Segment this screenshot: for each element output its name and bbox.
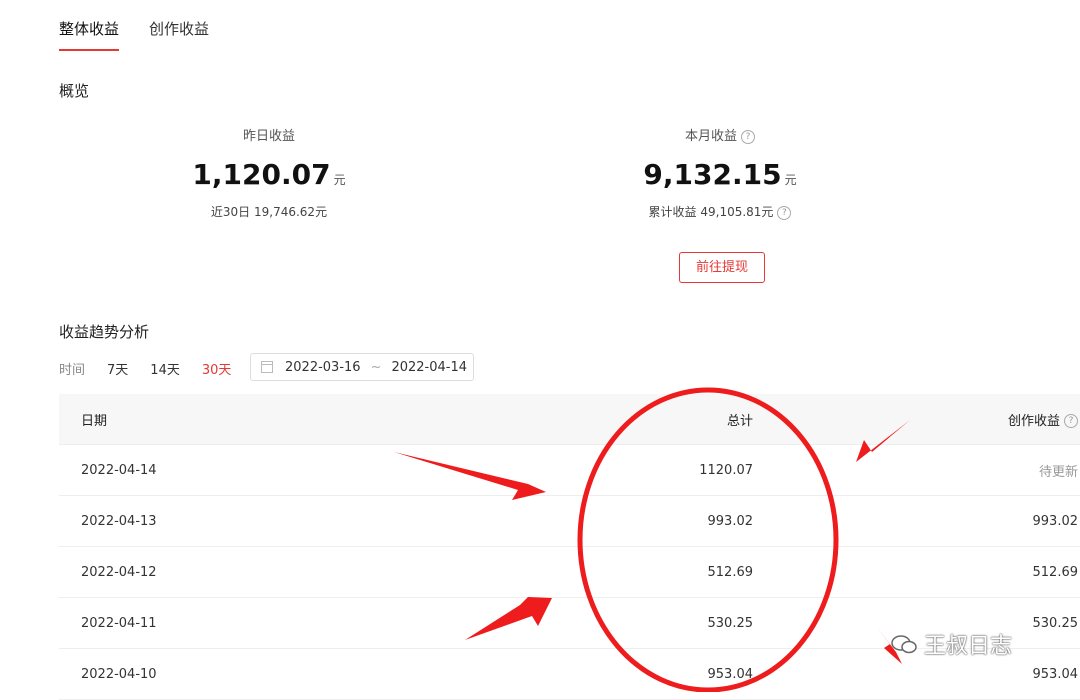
table-row: 2022-04-12 512.69 512.69 <box>59 547 1080 598</box>
range-14-days[interactable]: 14天 <box>150 359 180 378</box>
row-date: 2022-04-12 <box>81 564 157 580</box>
trend-title: 收益趋势分析 <box>59 323 150 341</box>
row-creation: 待更新 <box>1038 464 1078 480</box>
calendar-icon <box>261 361 273 373</box>
tab-creation-revenue[interactable]: 创作收益 <box>149 18 209 51</box>
month-revenue-card: 本月收益? 9,132.15 元 累计收益 49,105.81元? <box>590 125 850 220</box>
yesterday-revenue-label: 昨日收益 <box>242 129 295 144</box>
row-total: 512.69 <box>707 564 754 580</box>
question-circle-icon[interactable]: ? <box>1064 414 1078 428</box>
month-revenue-label: 本月收益? <box>590 125 850 144</box>
table-header: 日期 总计 创作收益? <box>59 394 1080 445</box>
last-30-days-revenue: 近30日 19,746.62元 <box>210 205 328 219</box>
yesterday-revenue-value: 1,120.07 元 <box>192 158 346 191</box>
row-total: 530.25 <box>707 615 754 631</box>
watermark-text: 王叔日志 <box>924 634 1013 659</box>
header-date: 日期 <box>81 413 108 429</box>
range-30-days[interactable]: 30天 <box>202 359 232 378</box>
date-range-picker[interactable]: 2022-03-16 ~ 2022-04-14 <box>250 353 474 381</box>
header-total: 总计 <box>726 413 753 429</box>
header-creation: 创作收益? <box>753 410 1078 429</box>
revenue-tabs: 整体收益 创作收益 <box>59 18 209 51</box>
time-range-selector: 时间 7天 14天 30天 <box>59 354 253 382</box>
row-creation: 953.04 <box>1032 666 1079 682</box>
range-7-days[interactable]: 7天 <box>107 359 128 378</box>
row-date: 2022-04-10 <box>81 666 157 682</box>
yesterday-revenue-card: 昨日收益 1,120.07 元 近30日 19,746.62元 <box>139 125 399 220</box>
row-date: 2022-04-11 <box>81 615 157 631</box>
date-separator: ~ <box>370 359 382 375</box>
row-total: 1120.07 <box>699 462 753 478</box>
row-date: 2022-04-13 <box>81 513 157 529</box>
month-revenue-value: 9,132.15 元 <box>643 158 797 191</box>
row-total: 953.04 <box>707 666 754 682</box>
row-creation: 512.69 <box>1032 564 1079 580</box>
date-end: 2022-04-14 <box>391 359 468 375</box>
row-creation: 993.02 <box>1032 513 1079 529</box>
overview-title: 概览 <box>59 82 90 100</box>
date-start: 2022-03-16 <box>285 359 361 375</box>
cumulative-revenue: 累计收益 49,105.81元? <box>590 203 850 220</box>
question-circle-icon[interactable]: ? <box>741 129 755 144</box>
withdraw-button[interactable]: 前往提现 <box>679 252 765 283</box>
row-total: 993.02 <box>707 513 754 529</box>
watermark: 王叔日志 <box>890 628 1012 660</box>
chat-bubble-icon <box>891 635 917 654</box>
table-row: 2022-04-13 993.02 993.02 <box>59 496 1080 547</box>
question-circle-icon[interactable]: ? <box>777 205 792 220</box>
time-label: 时间 <box>59 362 86 378</box>
row-date: 2022-04-14 <box>81 462 157 478</box>
table-row: 2022-04-14 1120.07 待更新 <box>59 445 1080 496</box>
tab-overall-revenue[interactable]: 整体收益 <box>59 18 120 51</box>
